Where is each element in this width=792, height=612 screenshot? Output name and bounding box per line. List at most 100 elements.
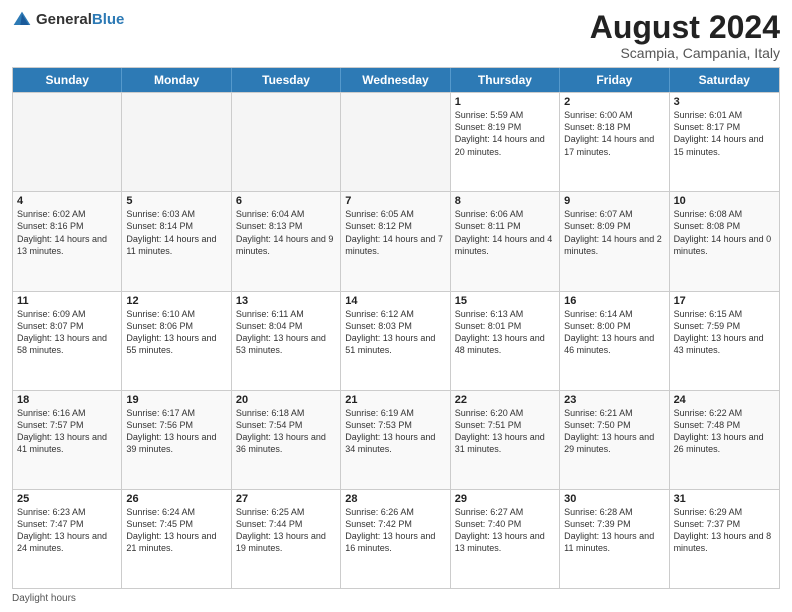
day-number: 1: [455, 96, 555, 108]
table-row: 22Sunrise: 6:20 AM Sunset: 7:51 PM Dayli…: [451, 391, 560, 489]
table-row: 17Sunrise: 6:15 AM Sunset: 7:59 PM Dayli…: [670, 292, 779, 390]
day-number: 20: [236, 394, 336, 406]
cal-header-cell: Tuesday: [232, 68, 341, 92]
day-number: 27: [236, 493, 336, 505]
cell-info: Sunrise: 6:26 AM Sunset: 7:42 PM Dayligh…: [345, 506, 445, 555]
day-number: 8: [455, 195, 555, 207]
calendar-row: 4Sunrise: 6:02 AM Sunset: 8:16 PM Daylig…: [13, 191, 779, 290]
table-row: 18Sunrise: 6:16 AM Sunset: 7:57 PM Dayli…: [13, 391, 122, 489]
table-row: 9Sunrise: 6:07 AM Sunset: 8:09 PM Daylig…: [560, 192, 669, 290]
day-number: 4: [17, 195, 117, 207]
calendar-row: 18Sunrise: 6:16 AM Sunset: 7:57 PM Dayli…: [13, 390, 779, 489]
table-row: [341, 93, 450, 191]
table-row: 12Sunrise: 6:10 AM Sunset: 8:06 PM Dayli…: [122, 292, 231, 390]
day-number: 18: [17, 394, 117, 406]
table-row: 14Sunrise: 6:12 AM Sunset: 8:03 PM Dayli…: [341, 292, 450, 390]
day-number: 30: [564, 493, 664, 505]
table-row: 13Sunrise: 6:11 AM Sunset: 8:04 PM Dayli…: [232, 292, 341, 390]
day-number: 6: [236, 195, 336, 207]
logo-general: GeneralBlue: [36, 11, 124, 29]
day-number: 2: [564, 96, 664, 108]
header: GeneralBlue August 2024 Scampia, Campani…: [12, 10, 780, 61]
cell-info: Sunrise: 6:28 AM Sunset: 7:39 PM Dayligh…: [564, 506, 664, 555]
cell-info: Sunrise: 6:29 AM Sunset: 7:37 PM Dayligh…: [674, 506, 775, 555]
table-row: [232, 93, 341, 191]
table-row: 7Sunrise: 6:05 AM Sunset: 8:12 PM Daylig…: [341, 192, 450, 290]
day-number: 26: [126, 493, 226, 505]
cal-header-cell: Monday: [122, 68, 231, 92]
cell-info: Sunrise: 6:16 AM Sunset: 7:57 PM Dayligh…: [17, 407, 117, 456]
title-block: August 2024 Scampia, Campania, Italy: [590, 10, 780, 61]
logo: GeneralBlue: [12, 10, 124, 30]
table-row: [13, 93, 122, 191]
table-row: 11Sunrise: 6:09 AM Sunset: 8:07 PM Dayli…: [13, 292, 122, 390]
cal-header-cell: Saturday: [670, 68, 779, 92]
cell-info: Sunrise: 6:06 AM Sunset: 8:11 PM Dayligh…: [455, 208, 555, 257]
day-number: 16: [564, 295, 664, 307]
subtitle: Scampia, Campania, Italy: [590, 45, 780, 61]
day-number: 25: [17, 493, 117, 505]
day-number: 9: [564, 195, 664, 207]
table-row: 23Sunrise: 6:21 AM Sunset: 7:50 PM Dayli…: [560, 391, 669, 489]
main-title: August 2024: [590, 10, 780, 45]
cell-info: Sunrise: 6:25 AM Sunset: 7:44 PM Dayligh…: [236, 506, 336, 555]
cell-info: Sunrise: 6:04 AM Sunset: 8:13 PM Dayligh…: [236, 208, 336, 257]
day-number: 11: [17, 295, 117, 307]
day-number: 31: [674, 493, 775, 505]
cell-info: Sunrise: 6:07 AM Sunset: 8:09 PM Dayligh…: [564, 208, 664, 257]
table-row: 27Sunrise: 6:25 AM Sunset: 7:44 PM Dayli…: [232, 490, 341, 588]
calendar: SundayMondayTuesdayWednesdayThursdayFrid…: [12, 67, 780, 589]
table-row: 20Sunrise: 6:18 AM Sunset: 7:54 PM Dayli…: [232, 391, 341, 489]
cell-info: Sunrise: 6:18 AM Sunset: 7:54 PM Dayligh…: [236, 407, 336, 456]
day-number: 28: [345, 493, 445, 505]
table-row: 8Sunrise: 6:06 AM Sunset: 8:11 PM Daylig…: [451, 192, 560, 290]
cell-info: Sunrise: 6:13 AM Sunset: 8:01 PM Dayligh…: [455, 308, 555, 357]
logo-icon: [12, 10, 32, 30]
cell-info: Sunrise: 6:01 AM Sunset: 8:17 PM Dayligh…: [674, 109, 775, 158]
page: GeneralBlue August 2024 Scampia, Campani…: [0, 0, 792, 612]
footer-note: Daylight hours: [12, 593, 780, 604]
cell-info: Sunrise: 6:10 AM Sunset: 8:06 PM Dayligh…: [126, 308, 226, 357]
table-row: 30Sunrise: 6:28 AM Sunset: 7:39 PM Dayli…: [560, 490, 669, 588]
cell-info: Sunrise: 6:19 AM Sunset: 7:53 PM Dayligh…: [345, 407, 445, 456]
table-row: 3Sunrise: 6:01 AM Sunset: 8:17 PM Daylig…: [670, 93, 779, 191]
table-row: 4Sunrise: 6:02 AM Sunset: 8:16 PM Daylig…: [13, 192, 122, 290]
calendar-header-row: SundayMondayTuesdayWednesdayThursdayFrid…: [13, 68, 779, 92]
table-row: 19Sunrise: 6:17 AM Sunset: 7:56 PM Dayli…: [122, 391, 231, 489]
cell-info: Sunrise: 6:09 AM Sunset: 8:07 PM Dayligh…: [17, 308, 117, 357]
day-number: 19: [126, 394, 226, 406]
day-number: 21: [345, 394, 445, 406]
table-row: 31Sunrise: 6:29 AM Sunset: 7:37 PM Dayli…: [670, 490, 779, 588]
cell-info: Sunrise: 6:00 AM Sunset: 8:18 PM Dayligh…: [564, 109, 664, 158]
table-row: 6Sunrise: 6:04 AM Sunset: 8:13 PM Daylig…: [232, 192, 341, 290]
table-row: 10Sunrise: 6:08 AM Sunset: 8:08 PM Dayli…: [670, 192, 779, 290]
cal-header-cell: Wednesday: [341, 68, 450, 92]
table-row: 25Sunrise: 6:23 AM Sunset: 7:47 PM Dayli…: [13, 490, 122, 588]
table-row: [122, 93, 231, 191]
calendar-row: 1Sunrise: 5:59 AM Sunset: 8:19 PM Daylig…: [13, 92, 779, 191]
cell-info: Sunrise: 6:12 AM Sunset: 8:03 PM Dayligh…: [345, 308, 445, 357]
day-number: 15: [455, 295, 555, 307]
cell-info: Sunrise: 6:08 AM Sunset: 8:08 PM Dayligh…: [674, 208, 775, 257]
cal-header-cell: Friday: [560, 68, 669, 92]
cal-header-cell: Sunday: [13, 68, 122, 92]
day-number: 12: [126, 295, 226, 307]
table-row: 29Sunrise: 6:27 AM Sunset: 7:40 PM Dayli…: [451, 490, 560, 588]
calendar-body: 1Sunrise: 5:59 AM Sunset: 8:19 PM Daylig…: [13, 92, 779, 588]
day-number: 10: [674, 195, 775, 207]
table-row: 1Sunrise: 5:59 AM Sunset: 8:19 PM Daylig…: [451, 93, 560, 191]
cell-info: Sunrise: 6:03 AM Sunset: 8:14 PM Dayligh…: [126, 208, 226, 257]
table-row: 15Sunrise: 6:13 AM Sunset: 8:01 PM Dayli…: [451, 292, 560, 390]
table-row: 2Sunrise: 6:00 AM Sunset: 8:18 PM Daylig…: [560, 93, 669, 191]
table-row: 26Sunrise: 6:24 AM Sunset: 7:45 PM Dayli…: [122, 490, 231, 588]
cell-info: Sunrise: 6:23 AM Sunset: 7:47 PM Dayligh…: [17, 506, 117, 555]
calendar-row: 25Sunrise: 6:23 AM Sunset: 7:47 PM Dayli…: [13, 489, 779, 588]
day-number: 7: [345, 195, 445, 207]
day-number: 5: [126, 195, 226, 207]
cell-info: Sunrise: 6:22 AM Sunset: 7:48 PM Dayligh…: [674, 407, 775, 456]
cell-info: Sunrise: 6:11 AM Sunset: 8:04 PM Dayligh…: [236, 308, 336, 357]
day-number: 17: [674, 295, 775, 307]
day-number: 24: [674, 394, 775, 406]
day-number: 3: [674, 96, 775, 108]
table-row: 16Sunrise: 6:14 AM Sunset: 8:00 PM Dayli…: [560, 292, 669, 390]
